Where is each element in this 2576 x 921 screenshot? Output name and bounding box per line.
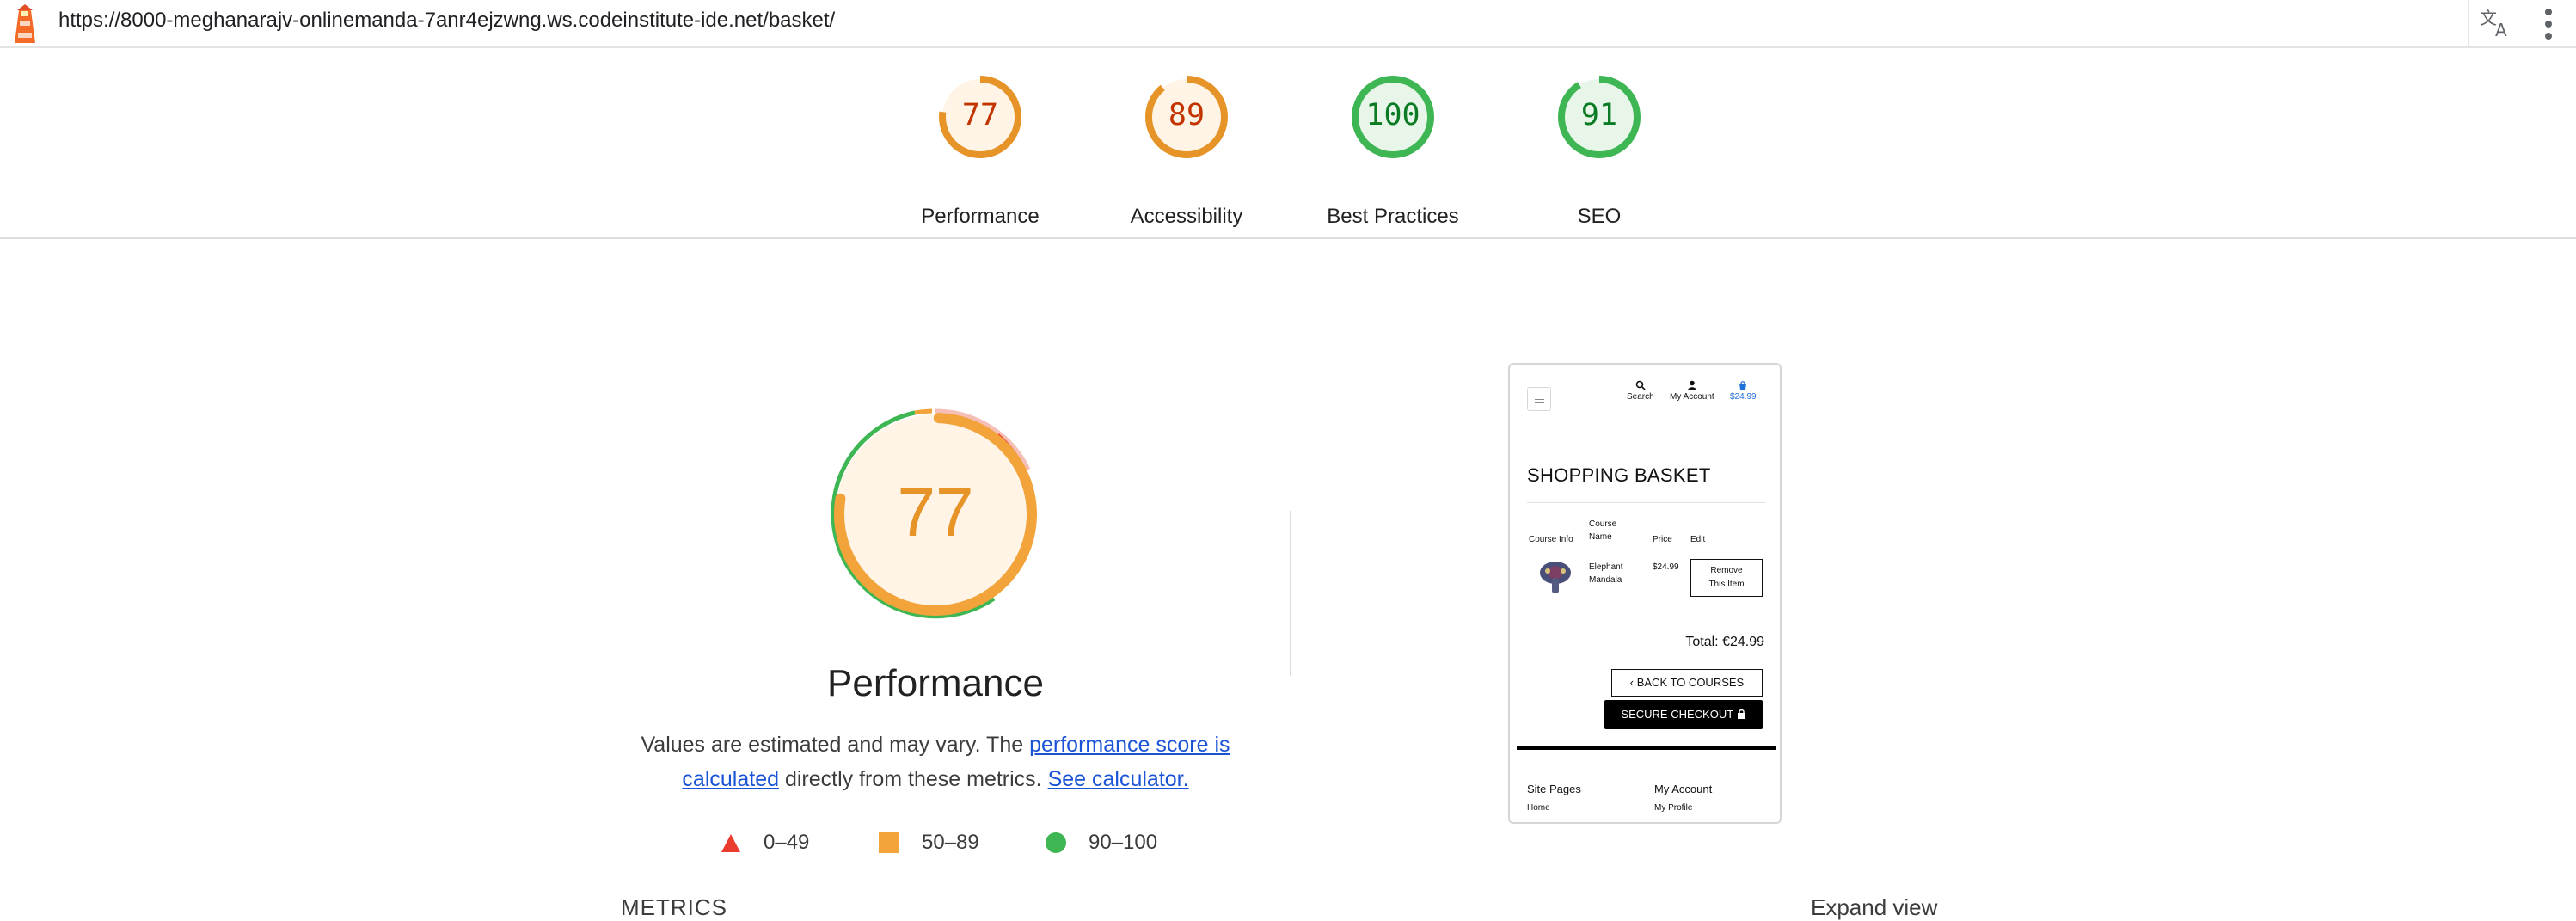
- search-icon: [1635, 380, 1646, 390]
- dot-icon: [2545, 33, 2552, 40]
- remove-label: This Item: [1708, 580, 1745, 589]
- gauge-label: SEO: [1577, 205, 1622, 228]
- score-summary: 77 Performance 89 Accessibility 100 Best…: [0, 50, 2576, 239]
- basket-nav: $24.99: [1730, 380, 1757, 402]
- elephant-mandala-image: [1540, 562, 1571, 593]
- desc-text: directly from these metrics.: [779, 767, 1048, 791]
- footer-link: Home: [1527, 803, 1550, 813]
- performance-title: Performance: [827, 662, 1044, 704]
- legend-label: 0–49: [764, 831, 810, 854]
- triangle-icon: [721, 834, 740, 852]
- performance-description: Values are estimated and may vary. The p…: [636, 728, 1235, 796]
- gauge-label: Performance: [921, 205, 1040, 228]
- hamburger-menu-icon: [1527, 387, 1551, 411]
- checkout-label: SECURE CHECKOUT: [1621, 708, 1733, 721]
- dot-icon: [2545, 9, 2552, 15]
- divider: [1527, 502, 1766, 503]
- user-icon: [1687, 380, 1696, 390]
- divider: [1290, 511, 1291, 676]
- metrics-heading: METRICS: [621, 894, 727, 920]
- nav-label: My Account: [1670, 392, 1714, 402]
- secure-checkout-button: SECURE CHECKOUT: [1604, 700, 1763, 729]
- translate-button[interactable]: 文 A: [2468, 0, 2519, 48]
- browser-address-bar: https://8000-meghanarajv-onlinemanda-7an…: [0, 0, 2576, 48]
- gauge-score: 100: [1365, 98, 1420, 132]
- lighthouse-logo-icon: [9, 2, 41, 45]
- col-header: Name: [1589, 532, 1612, 542]
- gauge-seo[interactable]: 91 SEO: [1513, 74, 1685, 229]
- nav-label: $24.99: [1730, 392, 1757, 402]
- gauge-best-practices[interactable]: 100 Best Practices: [1307, 74, 1479, 229]
- item-price: $24.99: [1653, 562, 1679, 572]
- search-nav: Search: [1627, 380, 1654, 402]
- basket-title: SHOPPING BASKET: [1527, 464, 1711, 486]
- svg-text:文: 文: [2480, 8, 2497, 28]
- gauge-label: Best Practices: [1327, 205, 1459, 228]
- circle-icon: [1046, 832, 1066, 853]
- legend-label: 90–100: [1089, 831, 1158, 854]
- chevron-left-icon: ‹: [1629, 676, 1637, 689]
- legend-label: 50–89: [922, 831, 979, 854]
- translate-icon: 文 A: [2480, 8, 2507, 40]
- desc-text: Values are estimated and may vary. The: [641, 733, 1030, 757]
- basket-icon: [1739, 381, 1747, 390]
- gauge-score: 77: [961, 98, 999, 132]
- gauge-label: Accessibility: [1130, 205, 1243, 228]
- col-header: Edit: [1690, 535, 1706, 544]
- gauge-score: 89: [1168, 98, 1205, 132]
- remove-label: Remove: [1710, 566, 1743, 575]
- svg-text:A: A: [2495, 20, 2507, 40]
- performance-score-large: 77: [897, 474, 974, 550]
- item-name: Elephant: [1589, 562, 1623, 572]
- nav-label: Search: [1627, 392, 1654, 402]
- basket-total: Total: €24.99: [1685, 635, 1764, 649]
- square-icon: [879, 832, 899, 853]
- item-name: Mandala: [1589, 575, 1622, 585]
- account-nav: My Account: [1670, 380, 1714, 402]
- remove-item-button: Remove This Item: [1690, 559, 1763, 597]
- col-header: Course: [1589, 519, 1617, 529]
- col-header: Price: [1653, 535, 1672, 544]
- dot-icon: [2545, 21, 2552, 28]
- more-menu-button[interactable]: [2531, 0, 2566, 48]
- see-calculator-link[interactable]: See calculator.: [1048, 767, 1189, 791]
- footer-heading: My Account: [1654, 783, 1713, 795]
- footer-link: My Profile: [1654, 803, 1693, 813]
- back-label: BACK TO COURSES: [1636, 676, 1745, 689]
- gauge-accessibility[interactable]: 89 Accessibility: [1101, 74, 1273, 229]
- footer-heading: Site Pages: [1527, 783, 1581, 795]
- back-to-courses-button: ‹ BACK TO COURSES: [1611, 669, 1763, 697]
- page-screenshot-thumbnail[interactable]: Search My Account $24.99 SHOPPING BASKET…: [1508, 363, 1782, 824]
- gauge-performance[interactable]: 77 Performance: [894, 74, 1066, 229]
- url-text[interactable]: https://8000-meghanarajv-onlinemanda-7an…: [58, 9, 835, 33]
- footer-divider: [1517, 746, 1776, 750]
- col-header: Course Info: [1529, 535, 1573, 544]
- gauge-score: 91: [1580, 98, 1618, 132]
- lock-icon: [1737, 709, 1745, 719]
- expand-view-toggle[interactable]: Expand view: [1811, 894, 1937, 921]
